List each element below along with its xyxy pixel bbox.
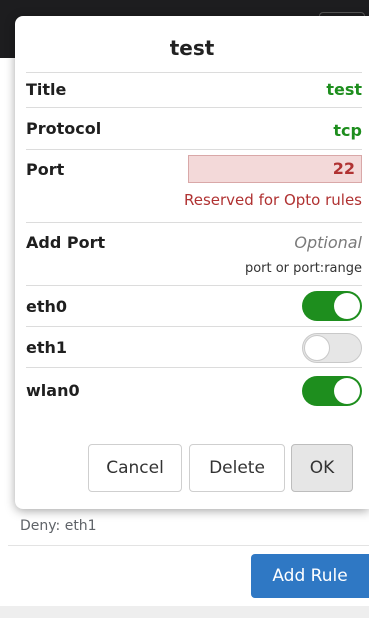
protocol-label: Protocol xyxy=(26,119,102,138)
title-label: Title xyxy=(26,80,67,99)
toggle-knob xyxy=(334,378,360,404)
divider xyxy=(26,107,362,108)
wlan0-toggle[interactable] xyxy=(302,376,362,406)
add-port-label: Add Port xyxy=(26,233,106,252)
dialog-title: test xyxy=(169,36,215,60)
title-row: Title test xyxy=(26,78,362,108)
ok-button[interactable]: OK xyxy=(291,444,353,492)
divider xyxy=(26,149,362,150)
port-error-message: Reserved for Opto rules xyxy=(183,191,362,209)
interface-label: eth1 xyxy=(26,338,68,357)
protocol-value[interactable]: tcp xyxy=(333,121,362,140)
add-port-hint: port or port:range xyxy=(244,261,362,276)
interface-row-wlan0: wlan0 xyxy=(26,368,362,406)
divider xyxy=(26,222,362,223)
interface-label: eth0 xyxy=(26,297,68,316)
interface-label: wlan0 xyxy=(26,381,80,400)
divider xyxy=(26,326,362,327)
port-row: Port 22 Reserved for Opto rules xyxy=(26,154,362,218)
toggle-knob xyxy=(334,293,360,319)
cancel-button[interactable]: Cancel xyxy=(88,444,182,492)
add-rule-button[interactable]: Add Rule xyxy=(251,554,369,598)
add-port-row: Add Port Optional port or port:range xyxy=(26,231,362,283)
port-input[interactable]: 22 xyxy=(188,155,362,183)
divider xyxy=(26,285,362,286)
title-value[interactable]: test xyxy=(326,80,362,99)
deny-interfaces-text: Deny: eth1 xyxy=(20,518,97,534)
eth0-toggle[interactable] xyxy=(302,291,362,321)
interface-row-eth0: eth0 xyxy=(26,287,362,325)
interface-row-eth1: eth1 xyxy=(26,328,362,366)
delete-button[interactable]: Delete xyxy=(189,444,285,492)
port-label: Port xyxy=(26,160,65,179)
toggle-knob xyxy=(304,335,330,361)
eth1-toggle[interactable] xyxy=(302,333,362,363)
add-port-input[interactable]: Optional xyxy=(294,233,362,252)
protocol-row: Protocol tcp xyxy=(26,119,362,149)
rule-edit-dialog: test Title test Protocol tcp Port 22 Res… xyxy=(15,16,369,509)
divider xyxy=(26,72,362,73)
bottom-strip xyxy=(0,606,369,618)
divider xyxy=(8,545,369,546)
